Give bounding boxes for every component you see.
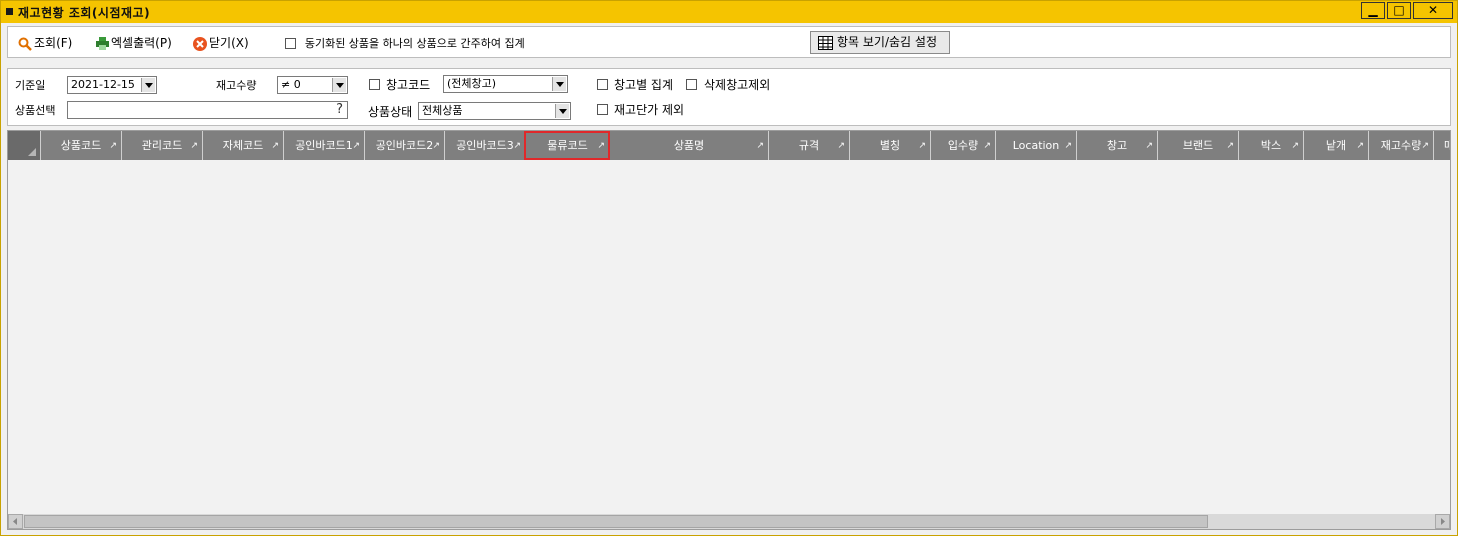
close-button-label: 닫기(X)	[209, 36, 249, 50]
filter-panel: 기준일 2021-12-15 재고수량 ≠ 0 창고코드 (전체창고) 창고별 …	[7, 68, 1451, 126]
grid-header-row: 상품코드 ↗ 관리코드 ↗ 자체코드 ↗ 공인바코드1 ↗ 공인바코드2 ↗ 공인바코드3…	[8, 131, 1450, 160]
product-status-select[interactable]: 전체상품	[418, 102, 571, 120]
column-header[interactable]: 공인바코드2 ↗	[365, 131, 445, 160]
warehouse-code-checkbox[interactable]	[369, 79, 380, 90]
column-header[interactable]: 매	[1434, 131, 1450, 160]
product-select-label: 상품선택	[15, 104, 56, 117]
horizontal-scrollbar[interactable]	[8, 514, 1450, 529]
sort-icon: ↗	[756, 141, 764, 151]
base-date-value: 2021-12-15	[71, 78, 135, 91]
column-header[interactable]: 자체코드 ↗	[203, 131, 284, 160]
printer-icon	[96, 37, 109, 50]
table-grid-icon	[818, 36, 833, 50]
maximize-button[interactable]: □	[1387, 2, 1411, 19]
sort-icon: ↗	[109, 141, 117, 151]
window-title: 재고현황 조회(시점재고)	[18, 6, 151, 20]
title-bar: 재고현황 조회(시점재고) ▁ □ ✕	[1, 1, 1457, 23]
column-visibility-setting-label: 항목 보기/숨김 설정	[837, 35, 937, 49]
column-header[interactable]: 관리코드 ↗	[122, 131, 203, 160]
sort-icon: ↗	[513, 141, 521, 151]
stock-qty-label: 재고수량	[216, 79, 257, 92]
toolbar: 조회(F) 엑셀출력(P) 닫기(X) 동기화된 상품을 하나의 상품으로 간주…	[7, 26, 1451, 58]
warehouse-code-select[interactable]: (전체창고)	[443, 75, 568, 93]
sort-icon: ↗	[1291, 141, 1299, 151]
sort-icon: ↗	[1356, 141, 1364, 151]
close-window-button[interactable]: ✕	[1413, 2, 1453, 19]
column-header[interactable]: 입수량 ↗	[931, 131, 996, 160]
column-header[interactable]: 박스 ↗	[1239, 131, 1304, 160]
by-warehouse-checkbox[interactable]	[597, 79, 608, 90]
column-header[interactable]: Location ↗	[996, 131, 1077, 160]
sort-icon: ↗	[1064, 141, 1072, 151]
aggregate-checkbox-box[interactable]	[285, 38, 296, 49]
highlighted-column-outline	[524, 131, 610, 160]
excel-export-label: 엑셀출력(P)	[111, 36, 172, 50]
column-header[interactable]: 창고 ↗	[1077, 131, 1158, 160]
base-date-label: 기준일	[15, 79, 46, 92]
scroll-right-icon[interactable]	[1435, 514, 1450, 529]
sort-icon: ↗	[352, 141, 360, 151]
sort-icon: ↗	[983, 141, 991, 151]
column-header[interactable]: 공인바코드1 ↗	[284, 131, 365, 160]
search-button-label: 조회(F)	[34, 36, 73, 50]
scroll-left-icon[interactable]	[8, 514, 23, 529]
sort-icon: ↗	[1421, 141, 1429, 151]
chevron-down-icon[interactable]	[552, 77, 566, 91]
exclude-unit-cost-label: 재고단가 제외	[614, 103, 685, 117]
excel-export-button[interactable]: 엑셀출력(P)	[96, 34, 172, 52]
sort-icon: ↗	[271, 141, 279, 151]
sort-icon: ↗	[432, 141, 440, 151]
warehouse-code-value: (전체창고)	[447, 77, 497, 90]
search-icon	[18, 37, 32, 51]
exclude-deleted-checkbox[interactable]	[686, 79, 697, 90]
product-select-input[interactable]: ?	[67, 101, 348, 119]
aggregate-checkbox-label: 동기화된 상품을 하나의 상품으로 간주하여 집계	[304, 37, 525, 50]
product-status-value: 전체상품	[422, 104, 463, 117]
window-frame: 재고현황 조회(시점재고) ▁ □ ✕ 조회(F) 엑셀출력(P) 닫기(X)	[0, 0, 1458, 536]
column-header[interactable]: 재고수량 ↗	[1369, 131, 1434, 160]
app-icon	[6, 8, 13, 15]
help-question-icon[interactable]: ?	[336, 102, 343, 118]
base-date-picker[interactable]: 2021-12-15	[67, 76, 157, 94]
exclude-deleted-label: 삭제창고제외	[704, 78, 771, 92]
close-icon	[193, 36, 207, 51]
by-warehouse-label: 창고별 집계	[614, 78, 674, 92]
sort-icon: ↗	[837, 141, 845, 151]
aggregate-checkbox[interactable]: 동기화된 상품을 하나의 상품으로 간주하여 집계	[285, 34, 525, 52]
column-header[interactable]: 브랜드 ↗	[1158, 131, 1239, 160]
stock-qty-select[interactable]: ≠ 0	[277, 76, 348, 94]
stock-qty-value: ≠ 0	[281, 78, 301, 91]
column-header[interactable]: 규격 ↗	[769, 131, 850, 160]
stock-data-grid[interactable]: 상품코드 ↗ 관리코드 ↗ 자체코드 ↗ 공인바코드1 ↗ 공인바코드2 ↗ 공인바코드3…	[7, 130, 1451, 530]
chevron-down-icon[interactable]	[141, 78, 155, 92]
column-header[interactable]: 낱개 ↗	[1304, 131, 1369, 160]
sort-icon: ↗	[190, 141, 198, 151]
minimize-button[interactable]: ▁	[1361, 2, 1385, 19]
warehouse-code-label: 창고코드	[386, 78, 431, 92]
sort-icon: ↗	[918, 141, 926, 151]
product-status-label: 상품상태	[368, 105, 413, 119]
search-button[interactable]: 조회(F)	[18, 34, 72, 52]
column-visibility-setting-button[interactable]: 항목 보기/숨김 설정	[810, 31, 950, 54]
scrollbar-thumb[interactable]	[24, 515, 1208, 528]
sort-icon: ↗	[1145, 141, 1153, 151]
column-header[interactable]: 별칭 ↗	[850, 131, 931, 160]
close-button[interactable]: 닫기(X)	[193, 34, 249, 52]
column-header[interactable]: 상품명 ↗	[610, 131, 769, 160]
column-header[interactable]: 상품코드 ↗	[41, 131, 122, 160]
chevron-down-icon[interactable]	[332, 78, 346, 92]
exclude-unit-cost-checkbox[interactable]	[597, 104, 608, 115]
chevron-down-icon[interactable]	[555, 104, 569, 118]
column-header[interactable]: 공인바코드3 ↗	[445, 131, 526, 160]
grid-select-all-corner[interactable]	[8, 131, 41, 160]
sort-icon: ↗	[1226, 141, 1234, 151]
